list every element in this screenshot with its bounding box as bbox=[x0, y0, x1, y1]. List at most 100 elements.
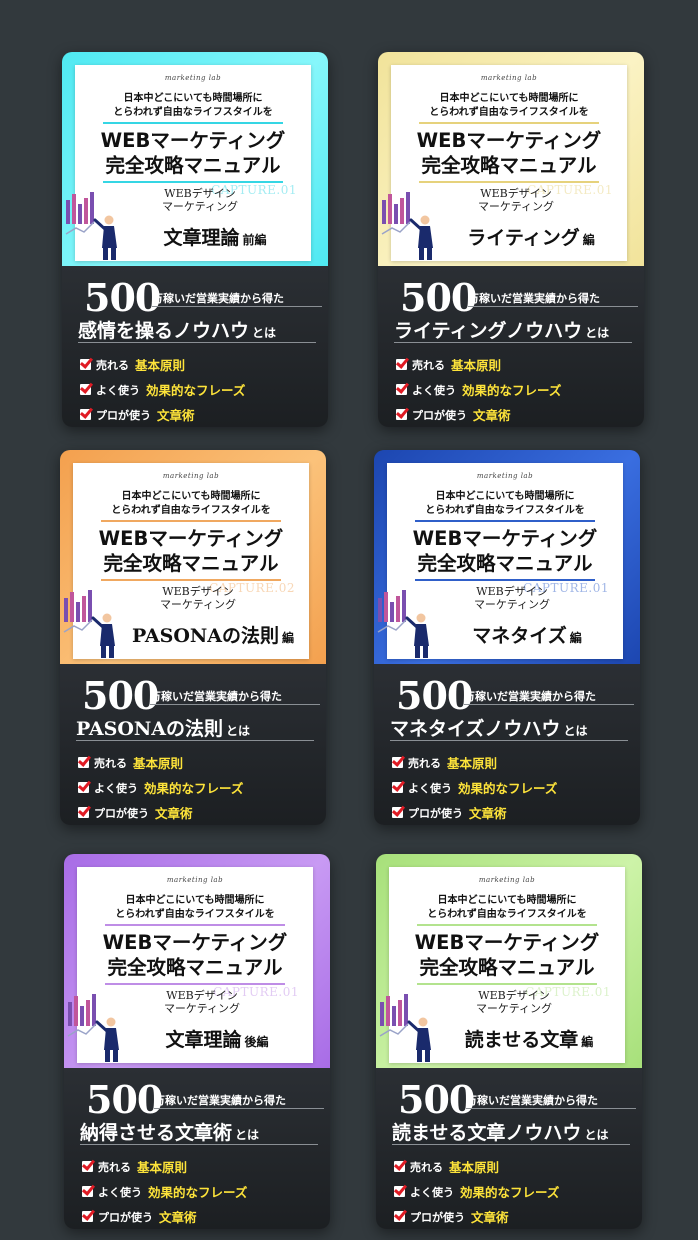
bar-chart-icon bbox=[63, 590, 93, 633]
brand-logo: marketing lab bbox=[476, 472, 534, 480]
brand-logo: marketing lab bbox=[478, 876, 536, 884]
tagline-line1: 日本中どこにいても時間場所に bbox=[121, 491, 261, 502]
earn-text: 万稼いだ営業実績から得た bbox=[464, 690, 596, 703]
list-item: よく使う 効果的なフレーズ bbox=[80, 377, 245, 402]
list-item-prefix: プロが使う bbox=[408, 806, 463, 820]
checkbox-checked-icon bbox=[82, 1211, 93, 1222]
cover-title-line2: 完全攻略マニュアル bbox=[421, 154, 597, 177]
cover-subtitle-line2: マーケティング bbox=[475, 1002, 553, 1015]
cover-divider bbox=[101, 520, 281, 522]
cover-title-line2: 完全攻略マニュアル bbox=[103, 552, 279, 575]
list-item-prefix: 売れる bbox=[408, 756, 441, 770]
tagline: 日本中どこにいても時間場所に とらわれず自由なライフスタイルを bbox=[75, 92, 311, 120]
checkbox-checked-icon bbox=[78, 807, 89, 818]
list-item-prefix: 売れる bbox=[94, 756, 127, 770]
ebook-card-3[interactable]: marketing lab 日本中どこにいても時間場所に とらわれず自由なライフ… bbox=[60, 450, 326, 825]
tagline-line1: 日本中どこにいても時間場所に bbox=[125, 895, 265, 906]
cover-title-line1: WEBマーケティング bbox=[102, 931, 288, 954]
tagline-line1: 日本中どこにいても時間場所に bbox=[435, 491, 575, 502]
headline-suffix: とは bbox=[226, 724, 251, 738]
earn-text: 万稼いだ営業実績から得た bbox=[152, 292, 284, 305]
list-item: プロが使う 文章術 bbox=[78, 800, 243, 825]
brand-logo: marketing lab bbox=[480, 74, 538, 82]
ebook-card-4[interactable]: marketing lab 日本中どこにいても時間場所に とらわれず自由なライフ… bbox=[374, 450, 640, 825]
card-headline: 納得させる文章術 とは bbox=[80, 1118, 318, 1145]
ebook-card-5[interactable]: marketing lab 日本中どこにいても時間場所に とらわれず自由なライフ… bbox=[64, 854, 330, 1229]
list-item-prefix: プロが使う bbox=[96, 408, 151, 422]
tagline-line1: 日本中どこにいても時間場所に bbox=[439, 93, 579, 104]
list-item-prefix: 売れる bbox=[410, 1160, 443, 1174]
checkbox-checked-icon bbox=[80, 409, 91, 420]
cover-divider bbox=[417, 924, 597, 926]
divider-line bbox=[466, 1108, 636, 1109]
headline-text: ライティングノウハウ bbox=[394, 320, 583, 342]
feature-list: 売れる 基本原則 よく使う 効果的なフレーズ プロが使う 文章術 bbox=[82, 1154, 247, 1229]
divider-line bbox=[78, 342, 316, 343]
ebook-card-1[interactable]: marketing lab 日本中どこにいても時間場所に とらわれず自由なライフ… bbox=[62, 52, 328, 427]
cover-background: marketing lab 日本中どこにいても時間場所に とらわれず自由なライフ… bbox=[378, 52, 644, 266]
list-item-prefix: よく使う bbox=[412, 383, 456, 397]
list-item-key: 基本原則 bbox=[449, 1160, 500, 1175]
person-icon bbox=[407, 1017, 431, 1062]
presenter-chart-illustration bbox=[63, 590, 115, 658]
tagline: 日本中どこにいても時間場所に とらわれず自由なライフスタイルを bbox=[387, 490, 623, 518]
cover-title-line2: 完全攻略マニュアル bbox=[417, 552, 593, 575]
headline-text: 感情を操るノウハウ bbox=[78, 320, 250, 342]
checkbox-checked-icon bbox=[396, 384, 407, 395]
volume-suffix: 編 bbox=[581, 1035, 594, 1049]
cover-title-line1: WEBマーケティング bbox=[100, 129, 286, 152]
person-icon bbox=[405, 613, 429, 658]
bar-chart-icon bbox=[377, 590, 407, 633]
cover-subtitle-line1: WEBデザイン bbox=[480, 187, 552, 200]
list-item-key: 効果的なフレーズ bbox=[460, 1185, 560, 1200]
ebook-card-2[interactable]: marketing lab 日本中どこにいても時間場所に とらわれず自由なライフ… bbox=[378, 52, 644, 427]
list-item: 売れる 基本原則 bbox=[78, 750, 243, 775]
big-number: 500 bbox=[86, 1077, 163, 1122]
cover-subtitle-line2: マーケティング bbox=[473, 598, 551, 611]
list-item: 売れる 基本原則 bbox=[82, 1154, 247, 1179]
list-item-prefix: よく使う bbox=[96, 383, 140, 397]
person-icon bbox=[95, 1017, 119, 1062]
cover-subtitle-line1: WEBデザイン bbox=[478, 989, 550, 1002]
divider-line bbox=[464, 704, 634, 705]
list-item-prefix: 売れる bbox=[96, 358, 129, 372]
feature-panel: 500 万稼いだ営業実績から得た マネタイズノウハウ とは 売れる 基本原則 よく… bbox=[374, 664, 640, 825]
feature-list: 売れる 基本原則 よく使う 効果的なフレーズ プロが使う 文章術 bbox=[394, 1154, 559, 1229]
list-item-key: 文章術 bbox=[471, 1210, 509, 1225]
volume-suffix: 編 bbox=[582, 233, 595, 247]
list-item: プロが使う 文章術 bbox=[392, 800, 557, 825]
tagline: 日本中どこにいても時間場所に とらわれず自由なライフスタイルを bbox=[77, 894, 313, 922]
volume-title: PASONAの法則編 bbox=[123, 621, 303, 648]
feature-panel: 500 万稼いだ営業実績から得た PASONAの法則 とは 売れる 基本原則 よく… bbox=[60, 664, 326, 825]
list-item-key: 文章術 bbox=[157, 408, 195, 423]
list-item-prefix: よく使う bbox=[408, 781, 452, 795]
cover-title-line1: WEBマーケティング bbox=[412, 527, 598, 550]
bar-chart-icon bbox=[379, 994, 409, 1037]
cover-title-line2: 完全攻略マニュアル bbox=[105, 154, 281, 177]
cover-background: marketing lab 日本中どこにいても時間場所に とらわれず自由なライフ… bbox=[64, 854, 330, 1068]
divider-line bbox=[150, 704, 320, 705]
ebook-card-6[interactable]: marketing lab 日本中どこにいても時間場所に とらわれず自由なライフ… bbox=[376, 854, 642, 1229]
checkbox-checked-icon bbox=[392, 782, 403, 793]
big-number: 500 bbox=[396, 673, 473, 718]
checkbox-checked-icon bbox=[396, 409, 407, 420]
card-headline: 読ませる文章ノウハウ とは bbox=[392, 1118, 630, 1145]
list-item: プロが使う 文章術 bbox=[82, 1204, 247, 1229]
volume-suffix: 編 bbox=[282, 631, 295, 645]
tagline-line2: とらわれず自由なライフスタイルを bbox=[113, 107, 273, 118]
list-item-prefix: プロが使う bbox=[410, 1210, 465, 1224]
cover-title: WEBマーケティング 完全攻略マニュアル bbox=[75, 128, 311, 178]
volume-suffix: 編 bbox=[569, 631, 582, 645]
checkbox-checked-icon bbox=[80, 359, 91, 370]
cover-title-line1: WEBマーケティング bbox=[416, 129, 602, 152]
list-item-key: 基本原則 bbox=[137, 1160, 188, 1175]
list-item-key: 文章術 bbox=[473, 408, 511, 423]
list-item-prefix: よく使う bbox=[94, 781, 138, 795]
feature-list: 売れる 基本原則 よく使う 効果的なフレーズ プロが使う 文章術 bbox=[392, 750, 557, 825]
list-item: よく使う 効果的なフレーズ bbox=[82, 1179, 247, 1204]
person-icon bbox=[93, 215, 117, 260]
tagline-line2: とらわれず自由なライフスタイルを bbox=[111, 505, 271, 516]
cover-title-line1: WEBマーケティング bbox=[414, 931, 600, 954]
cover-subtitle-line2: マーケティング bbox=[477, 200, 555, 213]
list-item-key: 基本原則 bbox=[133, 756, 184, 771]
